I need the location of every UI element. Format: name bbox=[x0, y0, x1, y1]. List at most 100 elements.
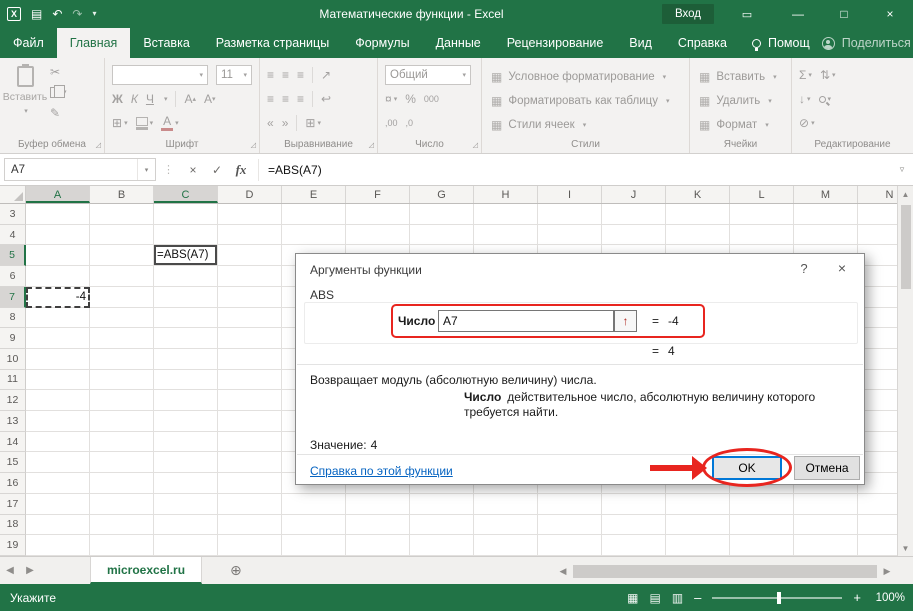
cell-A14[interactable] bbox=[26, 432, 90, 453]
cell-A6[interactable] bbox=[26, 266, 90, 287]
cell-B9[interactable] bbox=[90, 328, 154, 349]
cell-M4[interactable] bbox=[794, 225, 858, 246]
cell-A10[interactable] bbox=[26, 349, 90, 370]
ribbon-display-options-icon[interactable]: ▭ bbox=[733, 0, 761, 28]
align-top-icon[interactable]: ≡ bbox=[267, 69, 274, 81]
zoom-slider-thumb[interactable] bbox=[777, 592, 781, 604]
cell-B5[interactable] bbox=[90, 245, 154, 266]
cell-A4[interactable] bbox=[26, 225, 90, 246]
zoom-out-icon[interactable]: – bbox=[694, 591, 701, 604]
collapse-dialog-icon[interactable]: ↑ bbox=[614, 310, 637, 332]
cell-H17[interactable] bbox=[474, 494, 538, 515]
cell-K3[interactable] bbox=[666, 204, 730, 225]
paste-button[interactable]: Вставить ▾ bbox=[5, 64, 45, 144]
cell-C7[interactable] bbox=[154, 287, 218, 308]
cell-B16[interactable] bbox=[90, 473, 154, 494]
cell-D14[interactable] bbox=[218, 432, 282, 453]
percent-style-icon[interactable]: % bbox=[405, 93, 416, 105]
cell-A15[interactable] bbox=[26, 452, 90, 473]
cell-D17[interactable] bbox=[218, 494, 282, 515]
align-right-icon[interactable]: ≡ bbox=[297, 93, 304, 105]
cell-F3[interactable] bbox=[346, 204, 410, 225]
cell-E17[interactable] bbox=[282, 494, 346, 515]
cell-D4[interactable] bbox=[218, 225, 282, 246]
column-header-M[interactable]: M bbox=[794, 186, 858, 203]
cell-C16[interactable] bbox=[154, 473, 218, 494]
cell-E19[interactable] bbox=[282, 535, 346, 556]
cell-D19[interactable] bbox=[218, 535, 282, 556]
column-header-B[interactable]: B bbox=[90, 186, 154, 203]
zoom-level[interactable]: 100% bbox=[872, 592, 905, 604]
name-box[interactable]: A7 ▾ bbox=[4, 158, 156, 181]
view-page-layout-icon[interactable]: ▤ bbox=[649, 591, 660, 605]
cell-J17[interactable] bbox=[602, 494, 666, 515]
cell-K19[interactable] bbox=[666, 535, 730, 556]
cell-A13[interactable] bbox=[26, 411, 90, 432]
cell-I19[interactable] bbox=[538, 535, 602, 556]
number-format-combo[interactable]: Общий▾ bbox=[385, 65, 471, 85]
clear-button[interactable]: ⊘▾ bbox=[799, 117, 815, 129]
cell-C11[interactable] bbox=[154, 370, 218, 391]
horizontal-scrollbar[interactable]: ◀ ▶ bbox=[555, 564, 895, 578]
tab-review[interactable]: Рецензирование bbox=[494, 28, 617, 58]
cell-D11[interactable] bbox=[218, 370, 282, 391]
tab-file[interactable]: Файл bbox=[0, 28, 57, 58]
cell-G17[interactable] bbox=[410, 494, 474, 515]
row-header-14[interactable]: 14 bbox=[0, 432, 26, 453]
cell-B8[interactable] bbox=[90, 308, 154, 329]
cell-M3[interactable] bbox=[794, 204, 858, 225]
cell-D6[interactable] bbox=[218, 266, 282, 287]
cell-K18[interactable] bbox=[666, 515, 730, 536]
cell-I18[interactable] bbox=[538, 515, 602, 536]
tab-formulas[interactable]: Формулы bbox=[342, 28, 422, 58]
row-header-8[interactable]: 8 bbox=[0, 308, 26, 329]
cell-C19[interactable] bbox=[154, 535, 218, 556]
cell-I17[interactable] bbox=[538, 494, 602, 515]
row-header-18[interactable]: 18 bbox=[0, 515, 26, 536]
font-size-combo[interactable]: 11▾ bbox=[216, 65, 252, 85]
font-dialog-launcher-icon[interactable]: ◿ bbox=[251, 141, 256, 149]
cell-B19[interactable] bbox=[90, 535, 154, 556]
formula-input[interactable]: =ABS(A7) bbox=[264, 163, 891, 177]
column-header-I[interactable]: I bbox=[538, 186, 602, 203]
font-name-combo[interactable]: ▾ bbox=[112, 65, 208, 85]
cell-F18[interactable] bbox=[346, 515, 410, 536]
row-header-9[interactable]: 9 bbox=[0, 328, 26, 349]
cell-A11[interactable] bbox=[26, 370, 90, 391]
align-left-icon[interactable]: ≡ bbox=[267, 93, 274, 105]
row-header-3[interactable]: 3 bbox=[0, 204, 26, 225]
cell-E18[interactable] bbox=[282, 515, 346, 536]
scroll-right-icon[interactable]: ▶ bbox=[879, 566, 895, 577]
tab-page-layout[interactable]: Разметка страницы bbox=[203, 28, 342, 58]
view-normal-icon[interactable]: ▦ bbox=[627, 591, 638, 605]
clipboard-dialog-launcher-icon[interactable]: ◿ bbox=[96, 141, 101, 149]
cell-H3[interactable] bbox=[474, 204, 538, 225]
tab-data[interactable]: Данные bbox=[423, 28, 494, 58]
column-header-F[interactable]: F bbox=[346, 186, 410, 203]
cell-M19[interactable] bbox=[794, 535, 858, 556]
cell-L4[interactable] bbox=[730, 225, 794, 246]
row-header-16[interactable]: 16 bbox=[0, 473, 26, 494]
cell-N4[interactable] bbox=[858, 225, 897, 246]
sort-filter-button[interactable]: ⇅▾ bbox=[820, 69, 836, 81]
customize-qat-icon[interactable]: ▾ bbox=[92, 10, 96, 18]
dialog-help-icon[interactable]: ? bbox=[796, 261, 812, 276]
increase-decimal-icon[interactable]: ,00 bbox=[385, 119, 398, 128]
row-header-6[interactable]: 6 bbox=[0, 266, 26, 287]
cell-B14[interactable] bbox=[90, 432, 154, 453]
insert-function-button[interactable]: fx bbox=[229, 162, 253, 178]
tab-insert[interactable]: Вставка bbox=[130, 28, 202, 58]
scroll-up-icon[interactable]: ▲ bbox=[902, 186, 910, 202]
cell-M18[interactable] bbox=[794, 515, 858, 536]
cell-D15[interactable] bbox=[218, 452, 282, 473]
cell-D5[interactable] bbox=[218, 245, 282, 266]
cell-B3[interactable] bbox=[90, 204, 154, 225]
cell-F19[interactable] bbox=[346, 535, 410, 556]
cell-B15[interactable] bbox=[90, 452, 154, 473]
cell-C18[interactable] bbox=[154, 515, 218, 536]
share-button[interactable]: Поделиться bbox=[822, 28, 913, 58]
accounting-format-button[interactable]: ¤▾ bbox=[385, 93, 397, 105]
cell-N17[interactable] bbox=[858, 494, 897, 515]
conditional-formatting-button[interactable]: ▦ Условное форматирование ▾ bbox=[491, 67, 666, 87]
cell-D9[interactable] bbox=[218, 328, 282, 349]
